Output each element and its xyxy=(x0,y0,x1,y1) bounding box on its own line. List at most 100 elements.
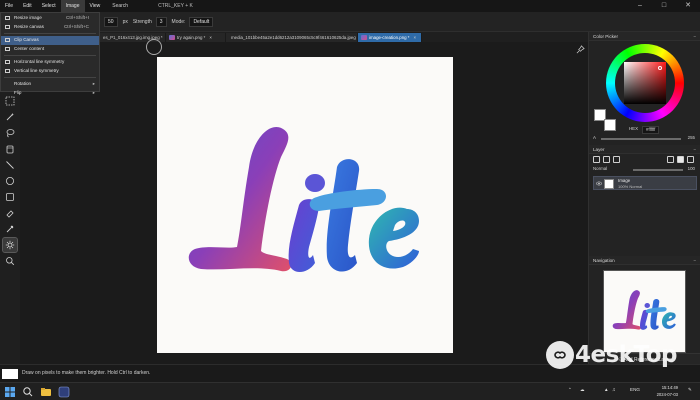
watermark-logo-icon xyxy=(554,351,566,359)
file-explorer-icon[interactable] xyxy=(40,386,52,398)
tool-hint: Draw on pixels to make them brighter. Ho… xyxy=(22,370,151,376)
opacity-slider[interactable] xyxy=(633,168,683,171)
rectangle-tool[interactable] xyxy=(3,190,17,204)
bucket-tool[interactable] xyxy=(3,142,17,156)
color-mode-select[interactable]: HEX xyxy=(629,126,638,134)
minimize-icon[interactable]: – xyxy=(628,0,652,12)
layer-thumbnail xyxy=(604,178,614,189)
watermark-text: 4eskTop xyxy=(575,342,678,368)
menu-item-vertical-symmetry[interactable]: Vertical line symmetry xyxy=(1,67,99,76)
alpha-slider[interactable] xyxy=(601,137,681,140)
menu-item-clip-canvas[interactable]: Clip Canvas xyxy=(1,36,99,45)
menu-item-rotation[interactable]: Rotation ▸ xyxy=(1,80,99,89)
tab-label: media_101bbe45a2e1dd6212a3109065c5c9f461… xyxy=(231,35,358,40)
eye-icon[interactable] xyxy=(596,181,602,186)
lasso-tool[interactable] xyxy=(3,126,17,140)
menu-item-resize-image[interactable]: Resize image Ctrl+Shift+I xyxy=(1,14,99,23)
magic-wand-tool[interactable] xyxy=(3,110,17,124)
color-picker-header: Color Picker − xyxy=(589,32,700,41)
search-button[interactable]: Search xyxy=(107,0,133,12)
duplicate-layer-icon[interactable] xyxy=(603,156,610,163)
language-indicator[interactable]: ENG xyxy=(630,387,640,392)
search-shortcut-hint: CTRL_KEY + K xyxy=(158,3,193,9)
tab-thumbnail xyxy=(169,35,175,40)
image-canvas[interactable] xyxy=(157,57,453,353)
tray-volume-icon[interactable]: ♫ xyxy=(612,387,615,392)
magic-wand-icon xyxy=(6,113,15,121)
menu-item-horizontal-symmetry[interactable]: Horizontal line symmetry xyxy=(1,58,99,67)
tab-document-2[interactable]: try again.png * × xyxy=(166,33,226,42)
opacity-value[interactable]: 100 xyxy=(688,166,695,171)
menu-file[interactable]: File xyxy=(0,0,18,12)
blend-mode-select[interactable]: Normal xyxy=(593,166,607,171)
canvas-workspace[interactable] xyxy=(20,39,588,364)
clip-canvas-icon xyxy=(5,38,10,43)
ellipse-icon xyxy=(6,177,14,185)
maximize-icon[interactable]: □ xyxy=(652,0,676,12)
system-clock[interactable]: 15:14:49 2024-07-03 xyxy=(657,385,678,398)
brush-size-unit: px xyxy=(122,18,128,25)
window-controls: – □ ✕ xyxy=(628,0,700,12)
current-color-chip[interactable] xyxy=(2,369,18,379)
lock-icon[interactable] xyxy=(667,156,674,163)
collapse-icon[interactable]: − xyxy=(693,32,696,41)
mode-label: Mode: xyxy=(171,18,186,25)
eraser-tool[interactable] xyxy=(3,206,17,220)
menu-item-flip[interactable]: Flip ▸ xyxy=(1,89,99,98)
pin-icon[interactable] xyxy=(576,45,585,54)
close-icon[interactable]: × xyxy=(209,33,212,42)
close-icon[interactable]: × xyxy=(414,33,417,42)
tray-cloud-icon[interactable]: ☁ xyxy=(580,387,585,393)
close-icon[interactable]: ✕ xyxy=(676,0,700,12)
document-tabs: es_P1_016x413.jpg.img.jpeg * × try again… xyxy=(100,32,588,42)
mode-select[interactable]: Default xyxy=(189,16,214,27)
dodge-icon xyxy=(5,240,15,250)
zoom-tool[interactable] xyxy=(3,254,17,268)
horizontal-symmetry-icon xyxy=(5,60,10,65)
delete-layer-icon[interactable] xyxy=(613,156,620,163)
mask-icon[interactable] xyxy=(677,156,684,163)
tab-document-4[interactable]: image-creation.png * × xyxy=(358,33,422,42)
menu-view[interactable]: View xyxy=(85,0,106,12)
tab-document-3[interactable]: media_101bbe45a2e1dd6212a3109065c5c9f461… xyxy=(226,33,358,42)
resize-image-icon xyxy=(5,16,10,21)
layers-panel: Layer − Normal 100 Image 100% Normal ⚇ A… xyxy=(589,145,700,365)
layer-item[interactable]: Image 100% Normal xyxy=(593,176,697,190)
zoom-icon xyxy=(6,257,15,266)
chevron-right-icon: ▸ xyxy=(92,81,95,86)
layers-header: Layer − xyxy=(589,145,700,154)
layer-detail: 100% Normal xyxy=(618,184,643,189)
color-knob[interactable] xyxy=(658,66,662,70)
secondary-color-swatch[interactable] xyxy=(604,119,616,131)
hex-row: HEX #ffffff xyxy=(629,126,660,134)
tray-chevron-icon[interactable]: ⌃ xyxy=(568,387,572,393)
ellipse-tool[interactable] xyxy=(3,174,17,188)
vertical-symmetry-icon xyxy=(5,68,10,73)
os-taskbar: ⌃ ☁ ▲ ♫ ENG 15:14:49 2024-07-03 ✎ xyxy=(0,382,700,400)
search-icon[interactable] xyxy=(22,386,34,398)
menu-select[interactable]: Select xyxy=(37,0,61,12)
color-picker: HEX #ffffff A 255 Color P... Color Sl...… xyxy=(589,41,700,152)
notification-icon[interactable]: ✎ xyxy=(688,387,692,393)
center-content-icon xyxy=(5,46,10,51)
eyedropper-tool[interactable] xyxy=(3,222,17,236)
tray-network-icon[interactable]: ▲ xyxy=(604,387,609,392)
collapse-icon[interactable]: − xyxy=(693,145,696,154)
menu-edit[interactable]: Edit xyxy=(18,0,37,12)
dodge-tool[interactable] xyxy=(2,237,18,253)
hex-input[interactable]: #ffffff xyxy=(642,126,660,134)
menu-item-resize-canvas[interactable]: Resize canvas Ctrl+Shift+C xyxy=(1,23,99,32)
menu-item-center-content[interactable]: Center content xyxy=(1,45,99,54)
strength-input[interactable]: 3 xyxy=(155,16,167,27)
alpha-value[interactable]: 255 xyxy=(688,135,695,140)
windows-start-icon[interactable] xyxy=(4,386,16,398)
brush-size-input[interactable]: 50 xyxy=(104,16,118,27)
menu-image[interactable]: Image xyxy=(60,0,85,12)
collapse-icon[interactable]: − xyxy=(693,256,696,265)
new-layer-icon[interactable] xyxy=(593,156,600,163)
select-rect-icon xyxy=(5,96,15,106)
line-tool[interactable] xyxy=(3,158,17,172)
layer-settings-icon[interactable] xyxy=(687,156,694,163)
alpha-label: A xyxy=(593,135,596,140)
app-taskbar-icon[interactable] xyxy=(58,386,70,398)
